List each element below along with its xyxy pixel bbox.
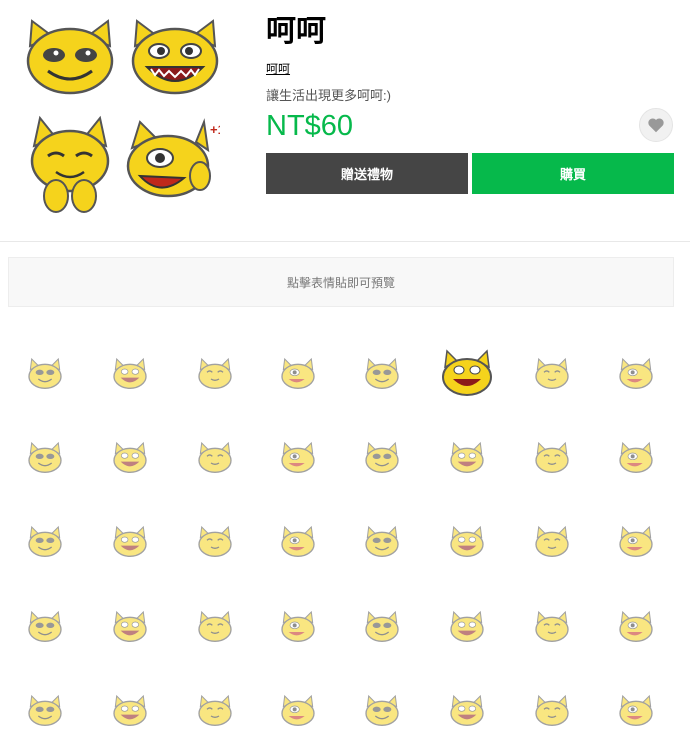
cat-face-icon	[113, 610, 147, 642]
cat-face-icon	[619, 610, 653, 642]
cat-face-icon	[535, 694, 569, 726]
sticker-thumbnail[interactable]	[532, 439, 572, 479]
cat-face-icon	[28, 525, 62, 557]
sticker-thumbnail[interactable]	[616, 439, 656, 479]
cat-face-icon	[535, 357, 569, 389]
cat-face-icon	[113, 441, 147, 473]
sticker-thumbnail[interactable]	[278, 523, 318, 563]
cat-face-icon	[28, 610, 62, 642]
sticker-thumbnail[interactable]	[616, 355, 656, 395]
cat-face-icon	[365, 525, 399, 557]
sticker-thumbnail[interactable]	[616, 523, 656, 563]
preview-area: 點擊表情貼即可預覽	[8, 257, 674, 307]
sticker-thumbnail[interactable]	[25, 608, 65, 648]
cat-face-icon	[535, 525, 569, 557]
sticker-title: 呵呵	[266, 15, 326, 48]
sticker-thumbnail[interactable]	[362, 692, 402, 732]
sticker-thumbnail[interactable]	[195, 355, 235, 395]
sticker-thumbnail[interactable]	[25, 355, 65, 395]
preview-hint: 點擊表情貼即可預覽	[286, 275, 395, 290]
cat-face-icon	[365, 610, 399, 642]
sticker-thumbnail[interactable]	[278, 608, 318, 648]
main-sticker-image: +1	[26, 19, 220, 213]
sticker-thumbnail[interactable]	[447, 523, 487, 563]
cat-face-icon	[281, 357, 315, 389]
buy-button[interactable]: 購買	[472, 153, 674, 194]
cat-face-icon	[450, 610, 484, 642]
sticker-thumbnail[interactable]	[110, 439, 150, 479]
sticker-thumbnail[interactable]	[532, 692, 572, 732]
sticker-thumbnail[interactable]	[110, 608, 150, 648]
sticker-thumbnail[interactable]	[110, 523, 150, 563]
sticker-thumbnail[interactable]	[447, 608, 487, 648]
cat-face-icon	[619, 357, 653, 389]
sticker-thumbnail[interactable]	[362, 608, 402, 648]
sticker-thumbnail[interactable]	[616, 692, 656, 732]
cat-face-icon	[198, 441, 232, 473]
sticker-thumbnail[interactable]	[532, 608, 572, 648]
cat-face-icon	[113, 357, 147, 389]
sticker-thumbnail[interactable]	[278, 355, 318, 395]
favorite-button[interactable]	[639, 108, 673, 142]
sticker-thumbnail[interactable]	[278, 692, 318, 732]
author-link[interactable]: 呵呵	[266, 60, 290, 77]
cat-face-icon	[365, 694, 399, 726]
price: NT$60	[266, 110, 354, 142]
cat-face-icon	[198, 610, 232, 642]
cat-face-icon	[198, 357, 232, 389]
cat-face-icon	[619, 694, 653, 726]
sticker-thumbnail[interactable]	[110, 692, 150, 732]
sticker-thumbnail[interactable]	[532, 523, 572, 563]
cat-face-icon	[281, 610, 315, 642]
sticker-thumbnail[interactable]	[447, 692, 487, 732]
cat-face-icon	[198, 525, 232, 557]
divider	[0, 241, 690, 242]
cat-face-icon	[28, 357, 62, 389]
sticker-thumbnail[interactable]	[110, 355, 150, 395]
sticker-thumbnail[interactable]	[362, 523, 402, 563]
sticker-thumbnail[interactable]	[25, 692, 65, 732]
sticker-thumbnail[interactable]	[195, 523, 235, 563]
cat-face-icon	[28, 441, 62, 473]
sticker-thumbnail[interactable]	[362, 355, 402, 395]
sticker-thumbnail[interactable]	[25, 523, 65, 563]
sticker-thumbnail[interactable]	[25, 439, 65, 479]
sticker-thumbnail[interactable]	[532, 355, 572, 395]
svg-text:+1: +1	[210, 122, 220, 137]
sticker-thumbnail[interactable]	[437, 345, 497, 405]
cat-face-icon	[281, 694, 315, 726]
cat-face-icon	[450, 525, 484, 557]
cat-face-icon	[535, 441, 569, 473]
cat-face-icon	[113, 525, 147, 557]
sticker-thumbnail[interactable]	[195, 439, 235, 479]
cat-face-icon	[281, 441, 315, 473]
cat-face-icon	[113, 694, 147, 726]
sticker-thumbnail[interactable]	[616, 608, 656, 648]
sticker-description: 讓生活出現更多呵呵:)	[266, 88, 391, 103]
sticker-thumbnail[interactable]	[447, 439, 487, 479]
cat-face-icon	[281, 525, 315, 557]
sticker-thumbnail[interactable]	[195, 608, 235, 648]
cat-face-icon	[365, 441, 399, 473]
cat-face-icon	[535, 610, 569, 642]
cat-face-icon	[619, 525, 653, 557]
sticker-thumbnail[interactable]	[195, 692, 235, 732]
cat-face-icon	[619, 441, 653, 473]
cat-face-icon	[450, 694, 484, 726]
cat-face-icon	[28, 694, 62, 726]
cat-face-icon	[198, 694, 232, 726]
cat-face-icon	[442, 349, 492, 396]
send-gift-button[interactable]: 贈送禮物	[266, 153, 468, 194]
heart-icon	[648, 118, 664, 133]
sticker-thumbnail[interactable]	[362, 439, 402, 479]
cat-face-icon	[450, 441, 484, 473]
cat-face-icon	[365, 357, 399, 389]
sticker-thumbnail[interactable]	[278, 439, 318, 479]
